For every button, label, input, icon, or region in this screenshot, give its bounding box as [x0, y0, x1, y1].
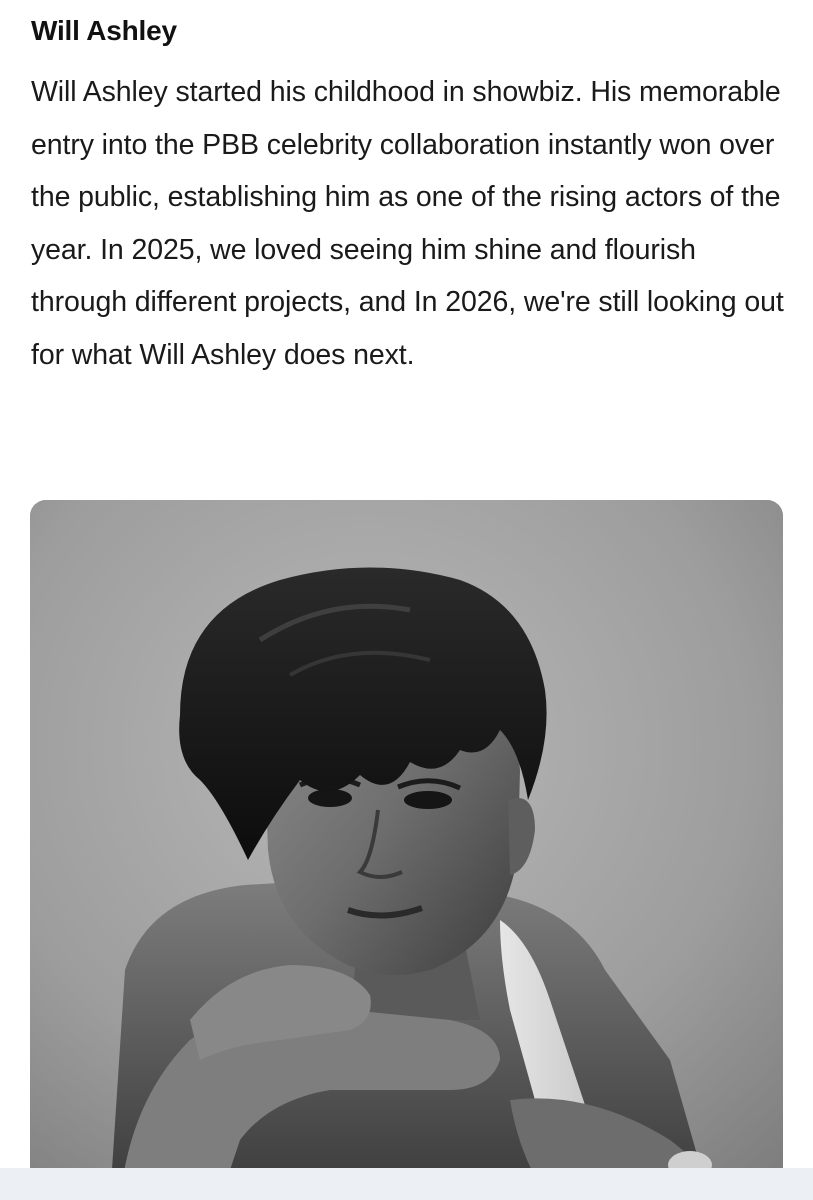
portrait-illustration [30, 500, 783, 1200]
portrait-photo[interactable] [30, 500, 783, 1200]
article-body: Will Ashley started his childhood in sho… [31, 76, 784, 371]
article-title: Will Ashley [31, 15, 177, 46]
article: Will Ashley Will Ashley started his chil… [0, 0, 813, 1200]
bottom-bar [0, 1168, 813, 1200]
